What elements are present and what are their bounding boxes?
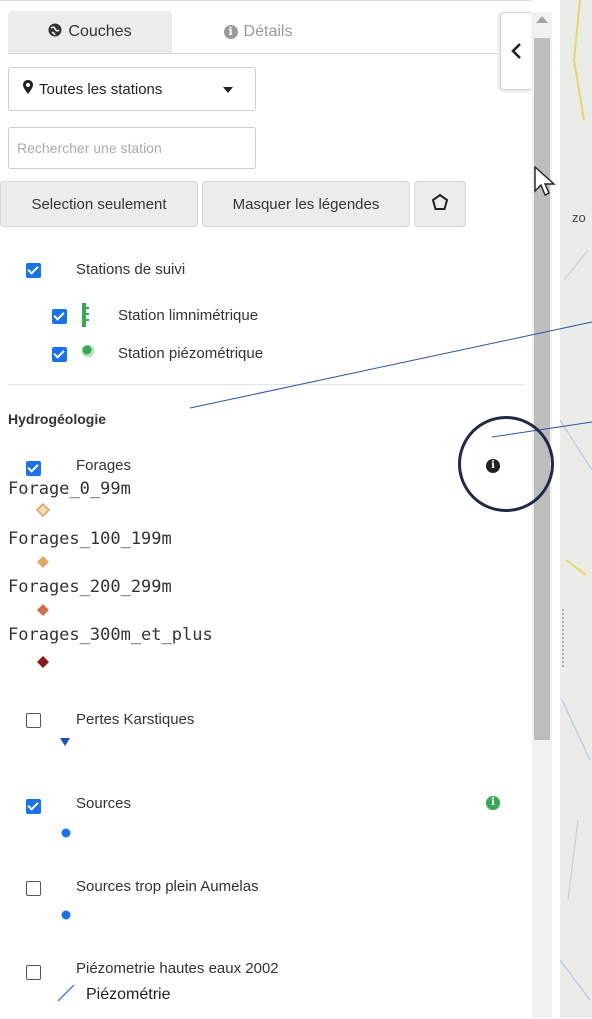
pertes-label: Pertes Karstiques xyxy=(76,711,195,728)
station-select-value: Toutes les stations xyxy=(39,80,163,98)
blue-dot-icon xyxy=(61,825,71,843)
diamond-icon xyxy=(36,655,50,674)
blue-dot-icon xyxy=(61,907,71,925)
map-place-label: zo xyxy=(572,210,586,225)
diamond-icon xyxy=(36,603,50,622)
polygon-icon xyxy=(431,193,449,215)
tab-details[interactable]: i Détails xyxy=(176,11,340,53)
sources-checkbox[interactable] xyxy=(26,799,41,814)
green-dot-icon xyxy=(80,343,96,364)
piezometric-label: Station piézométrique xyxy=(118,345,264,362)
panel-scrollbar[interactable] xyxy=(532,12,552,1018)
hide-legends-button[interactable]: Masquer les légendes xyxy=(202,181,410,227)
layers-panel: Couches i Détails Toutes les stations Se… xyxy=(0,0,532,1019)
polygon-select-button[interactable] xyxy=(414,181,466,227)
panel-tabs: Couches i Détails xyxy=(8,11,498,54)
sources-trop-plein-label: Sources trop plein Aumelas xyxy=(76,878,259,895)
collapse-panel-button[interactable] xyxy=(500,12,531,90)
tab-details-label: Détails xyxy=(243,23,293,40)
map-drag-handle[interactable] xyxy=(561,608,565,668)
triangle-down-icon xyxy=(60,733,70,751)
chevron-down-icon xyxy=(223,87,233,93)
forages-label: Forages xyxy=(76,457,132,474)
piezometrie-legend-label: Piézométrie xyxy=(86,986,171,1003)
annotation-highlight-circle xyxy=(458,416,554,512)
mouse-cursor-icon xyxy=(534,166,556,196)
map-view[interactable]: zo xyxy=(560,0,592,1018)
piezometric-checkbox[interactable] xyxy=(52,347,67,362)
tab-couches-label: Couches xyxy=(68,23,132,40)
info-icon: i xyxy=(223,25,238,39)
station-select[interactable]: Toutes les stations xyxy=(8,67,256,111)
sources-info-icon[interactable]: i xyxy=(486,796,500,810)
limnimetric-bars-icon xyxy=(80,303,90,332)
diamond-icon xyxy=(35,502,51,522)
stations-checkbox[interactable] xyxy=(26,263,41,278)
piezometrie-label: Piézometrie hautes eaux 2002 xyxy=(76,960,279,977)
forage-100-199-label: Forages_100_199m xyxy=(8,529,172,549)
chevron-left-icon xyxy=(510,36,522,67)
section-title-hydrogeologie: Hydrogéologie xyxy=(8,411,107,427)
tab-couches[interactable]: Couches xyxy=(8,11,172,53)
limnimetric-label: Station limnimétrique xyxy=(118,307,259,324)
stations-label: Stations de suivi xyxy=(76,261,186,278)
map-roads xyxy=(560,0,592,1001)
forage-300-plus-label: Forages_300m_et_plus xyxy=(8,625,213,645)
forages-checkbox[interactable] xyxy=(26,461,41,476)
forage-0-99-label: Forage_0_99m xyxy=(8,479,131,499)
globe-icon xyxy=(48,23,62,41)
forage-200-299-label: Forages_200_299m xyxy=(8,577,172,597)
sources-trop-plein-checkbox[interactable] xyxy=(26,881,41,896)
pertes-checkbox[interactable] xyxy=(26,713,41,728)
divider xyxy=(8,384,524,385)
sources-label: Sources xyxy=(76,795,132,812)
limnimetric-checkbox[interactable] xyxy=(52,309,67,324)
piezometrie-checkbox[interactable] xyxy=(26,965,41,980)
map-pin-icon xyxy=(23,80,33,98)
scroll-thumb[interactable] xyxy=(534,38,550,740)
station-search-input[interactable] xyxy=(8,127,256,169)
scroll-up-arrow-icon[interactable] xyxy=(536,16,548,23)
line-symbol-icon xyxy=(56,983,76,1008)
diamond-icon xyxy=(36,555,50,574)
selection-only-button[interactable]: Selection seulement xyxy=(0,181,198,227)
